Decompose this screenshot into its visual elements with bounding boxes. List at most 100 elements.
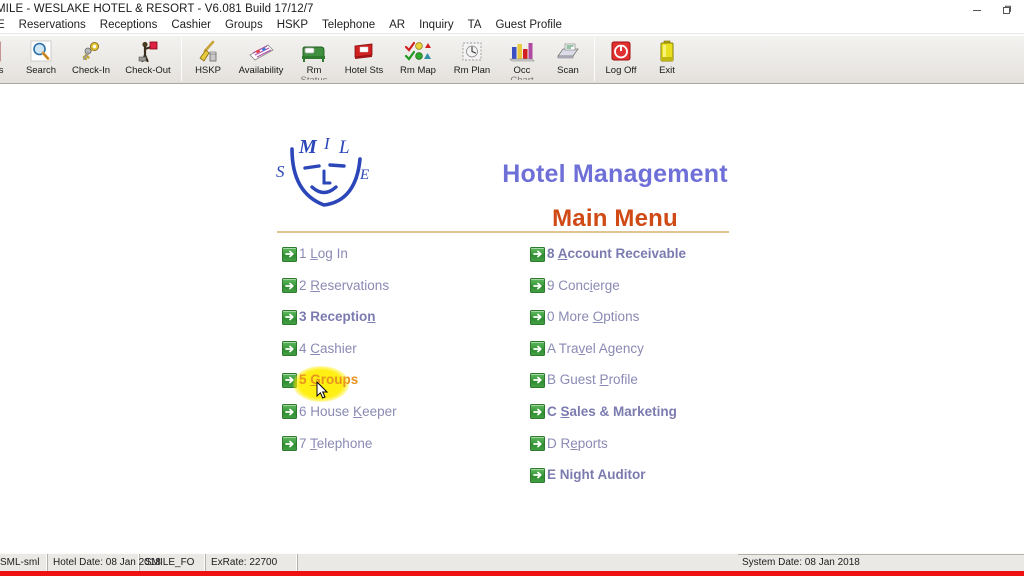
toolbar-button-availability[interactable]: Availability <box>231 36 291 83</box>
keys-icon <box>77 39 105 64</box>
restore-icon <box>1003 5 1011 14</box>
toolbar-label: Scan <box>557 65 579 76</box>
page-title: Hotel Management <box>502 160 728 188</box>
minimize-button[interactable] <box>962 1 992 19</box>
toolbar-label: Exit <box>659 65 675 76</box>
arrow-right-icon <box>530 341 545 357</box>
arrow-right-icon <box>282 246 297 262</box>
menu-item-more-options[interactable]: 0 More Options <box>530 309 639 325</box>
menu-item-cashier[interactable]: Cashier <box>164 18 218 33</box>
toolbar-label: Rm Map <box>400 65 436 76</box>
status-spacer: System Date: 08 Jan 2018 <box>298 554 1024 571</box>
arrow-right-icon <box>282 341 297 357</box>
window-controls <box>962 0 1022 20</box>
menu-item-log-in[interactable]: 1 Log In <box>282 246 348 262</box>
arrow-right-icon <box>530 372 545 388</box>
power-icon <box>607 39 635 64</box>
menu-item-label: 5 Groups <box>299 372 359 388</box>
toolbar-button-exit[interactable]: Exit <box>644 36 690 83</box>
arrow-right-icon <box>282 278 297 294</box>
toolbar-button-rm-map[interactable]: Rm Map <box>391 36 445 83</box>
toolbar-button-search[interactable]: Search <box>18 36 64 83</box>
menu-item-reservations[interactable]: Reservations <box>12 18 93 33</box>
status-hotel-date: Hotel Date: 08 Jan 2018 <box>48 554 161 571</box>
toolbar-separator <box>181 37 182 81</box>
menu-item-label: A Travel Agency <box>547 340 644 356</box>
toolbar: Res Search <box>0 35 1024 84</box>
menu-item-reports[interactable]: D Reports <box>530 436 608 452</box>
menu-item-night-auditor[interactable]: E Night Auditor <box>530 467 646 483</box>
book-red-icon <box>0 39 9 64</box>
window-title: MILE - WESLAKE HOTEL & RESORT - V6.081 B… <box>0 3 314 15</box>
arrow-right-icon <box>282 372 297 388</box>
toolbar-label: Check-Out <box>125 65 171 76</box>
toolbar-label: Hotel Sts <box>344 65 384 76</box>
toolbar-label: Log Off <box>605 65 637 76</box>
menu-item-groups[interactable]: Groups <box>218 18 270 33</box>
red-book-icon <box>350 39 378 64</box>
toolbar-label-secondary: Status <box>301 76 328 80</box>
menu-item-file[interactable]: E <box>0 18 12 33</box>
magnifier-icon <box>27 39 55 64</box>
page-subtitle: Main Menu <box>552 205 678 232</box>
status-bar: SML-sml Hotel Date: 08 Jan 2018 SMILE_FO… <box>0 553 1024 571</box>
checkmarks-icon <box>404 39 432 64</box>
logo-letter-e: E <box>359 167 369 183</box>
menu-item-label: 7 Telephone <box>299 435 373 451</box>
menu-item-guest-profile[interactable]: B Guest Profile <box>530 372 638 388</box>
menu-item-label: E Night Auditor <box>547 467 646 483</box>
application-window: MILE - WESLAKE HOTEL & RESORT - V6.081 B… <box>0 0 1024 576</box>
menu-item-reservations[interactable]: 2 Reservations <box>282 278 389 294</box>
menu-item-label: 1 Log In <box>299 246 348 261</box>
toolbar-button-res[interactable]: Res <box>0 36 18 83</box>
menu-item-label: 4 Cashier <box>299 340 357 356</box>
toolbar-group-3: Log Off Exit <box>598 36 690 83</box>
menu-item-sales-marketing[interactable]: C Sales & Marketing <box>530 404 677 420</box>
restore-button[interactable] <box>992 1 1022 19</box>
logo-letter-s: S <box>276 162 285 181</box>
toolbar-label: Rm Plan <box>453 65 491 76</box>
menu-item-hskp[interactable]: HSKP <box>270 18 315 33</box>
menu-item-ar[interactable]: AR <box>382 18 412 33</box>
menu-item-label: D Reports <box>547 435 608 451</box>
bar-chart-icon <box>508 39 536 64</box>
toolbar-group-1: Res Search <box>0 36 178 83</box>
toolbar-group-2: HSKP Availability Rm Hotel Sts Rm Map Rm… <box>185 36 591 83</box>
menu-item-inquiry[interactable]: Inquiry <box>412 18 461 33</box>
menu-item-telephone[interactable]: 7 Telephone <box>282 436 372 452</box>
arrow-right-icon <box>530 309 545 325</box>
bed-icon <box>300 39 328 64</box>
menu-item-reception[interactable]: 3 Reception <box>282 309 376 325</box>
title-bar: MILE - WESLAKE HOTEL & RESORT - V6.081 B… <box>0 0 1024 18</box>
logo-letter-i: I <box>323 135 331 153</box>
menu-item-guest-profile[interactable]: Guest Profile <box>488 18 568 33</box>
menu-item-telephone[interactable]: Telephone <box>315 18 382 33</box>
toolbar-button-check-out[interactable]: Check-Out <box>118 36 178 83</box>
arrow-right-icon <box>530 278 545 294</box>
toolbar-button-scan[interactable]: Scan <box>545 36 591 83</box>
status-system-date: System Date: 08 Jan 2018 <box>742 557 860 568</box>
menu-item-concierge[interactable]: 9 Concierge <box>530 278 620 294</box>
menu-item-cashier[interactable]: 4 Cashier <box>282 341 357 357</box>
menu-column-right: 8 Account Receivable 9 Concierge 0 More … <box>530 246 790 499</box>
menu-item-receptions[interactable]: Receptions <box>93 18 165 33</box>
toolbar-label: Occ <box>513 65 531 76</box>
toolbar-button-log-off[interactable]: Log Off <box>598 36 644 83</box>
toolbar-button-rm-status[interactable]: Rm Status <box>291 36 337 83</box>
menu-item-account-receivable[interactable]: 8 Account Receivable <box>530 246 686 262</box>
menu-item-travel-agency[interactable]: A Travel Agency <box>530 341 644 357</box>
menu-item-ta[interactable]: TA <box>461 18 489 33</box>
calendar-icon <box>247 39 275 64</box>
menu-item-label: 6 House Keeper <box>299 403 397 419</box>
main-content: S M I L E Hotel Management Main Menu 1 L… <box>0 85 1024 553</box>
menu-item-house-keeper[interactable]: 6 House Keeper <box>282 404 397 420</box>
toolbar-button-rm-plan[interactable]: Rm Plan <box>445 36 499 83</box>
toolbar-button-hskp[interactable]: HSKP <box>185 36 231 83</box>
menu-item-groups[interactable]: 5 Groups <box>282 372 358 388</box>
toolbar-button-check-in[interactable]: Check-In <box>64 36 118 83</box>
toolbar-button-hotel-sts[interactable]: Hotel Sts <box>337 36 391 83</box>
toolbar-button-occ-chart[interactable]: Occ Chart <box>499 36 545 83</box>
grid-plan-icon <box>458 39 486 64</box>
toolbar-label: Availability <box>238 65 284 76</box>
broom-icon <box>194 39 222 64</box>
